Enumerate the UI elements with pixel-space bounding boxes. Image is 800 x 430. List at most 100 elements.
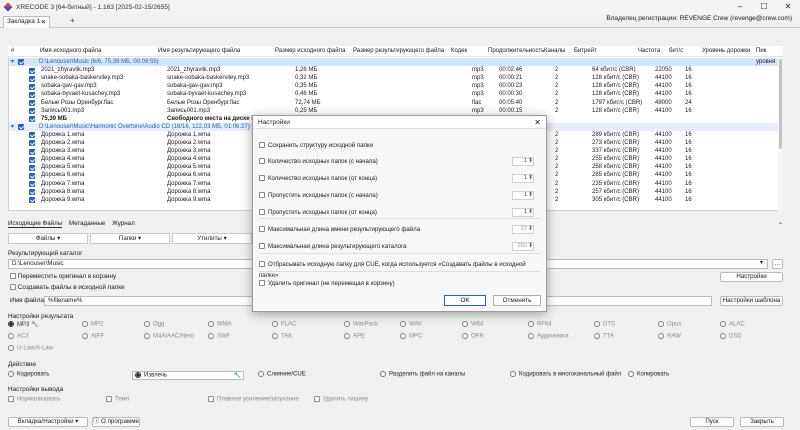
format-option[interactable]: Opus (658, 321, 681, 328)
wrench-icon[interactable]: 🔧 (234, 372, 241, 379)
row-checkbox[interactable] (29, 180, 35, 187)
cancel-button[interactable]: Отменить (493, 295, 541, 306)
row-checkbox[interactable] (29, 197, 35, 204)
action-option[interactable]: Кодировать в многоканальный файл (510, 371, 621, 378)
maximize-icon[interactable]: ☐ (752, 0, 776, 14)
column-header[interactable]: Размер результирующего файла (353, 46, 444, 57)
row-checkbox[interactable] (18, 59, 24, 66)
format-option[interactable]: Ogg (144, 321, 164, 328)
format-option[interactable]: TTA (594, 333, 614, 340)
dialog-option[interactable]: Удалить оригинал (не перемещая в корзину… (259, 278, 541, 289)
dialog-option[interactable]: Отбрасывать исходную папку для CUE, когд… (259, 259, 541, 279)
format-option[interactable]: DSD (720, 333, 742, 340)
action-option[interactable]: Извлечь 🔧 (132, 371, 244, 380)
move-to-trash-option[interactable]: Переместить оригинал в корзину (10, 273, 116, 280)
tab-metadata[interactable]: Метаданные (69, 220, 105, 227)
format-option[interactable]: WavPack (344, 321, 378, 328)
row-checkbox[interactable] (29, 99, 35, 106)
row-checkbox[interactable] (29, 140, 35, 147)
column-header[interactable]: Имя исходного файла (40, 46, 102, 57)
table-row[interactable]: snake-sobaka-baskerviley.mp3 snake-sobaka… (9, 74, 782, 82)
row-checkbox[interactable] (29, 132, 35, 139)
dialog-option[interactable]: Максимальная длина имени результирующего… (259, 224, 541, 235)
column-header[interactable]: Имя результирующего файла (158, 46, 240, 57)
tab-source-files[interactable]: Исходящие Файлы (8, 220, 63, 228)
close-button[interactable]: Закрыть (740, 417, 784, 427)
column-header[interactable]: бит/с (669, 46, 683, 57)
format-option[interactable]: SWF (208, 333, 230, 340)
output-option[interactable]: Темп (106, 396, 129, 403)
dialog-option[interactable]: Пропустить исходных папок (от конца) 1 (259, 207, 541, 218)
action-option[interactable]: Копировать (628, 371, 669, 378)
action-option[interactable]: Разделить файл на каналы (380, 371, 465, 378)
minimize-icon[interactable]: – (728, 0, 752, 14)
row-checkbox[interactable] (29, 172, 35, 179)
column-header[interactable]: Каналы (544, 46, 565, 57)
format-option[interactable]: WMA (208, 321, 232, 328)
action-option[interactable]: Слияние/CUE (258, 371, 306, 378)
row-checkbox[interactable] (29, 156, 35, 163)
format-option[interactable]: AIFF (82, 333, 104, 340)
add-tab-icon[interactable]: + (70, 16, 75, 25)
table-row[interactable]: sobaka-gav-gav.mp3 sobaka-gav-gav.mp3 0,35… (9, 82, 782, 90)
column-header[interactable]: Продолжительность (488, 46, 544, 57)
row-checkbox[interactable] (29, 164, 35, 171)
column-header[interactable]: Кодек (451, 46, 467, 57)
format-option[interactable]: M4A/AAC/Nero (144, 333, 194, 340)
output-option[interactable]: Плавное усиление/затухание (208, 396, 299, 403)
table-row[interactable]: Запись001.mp3 Запись001.mp3 0,25 МБ mp3 00:0… (9, 107, 782, 115)
close-window-icon[interactable]: ✕ (776, 0, 800, 14)
start-button[interactable]: Пуск (690, 417, 734, 427)
format-option[interactable]: TAK (272, 333, 292, 340)
dialog-option[interactable]: Сохранить структуру исходной папки (259, 140, 541, 151)
format-option[interactable]: APE (344, 333, 365, 340)
format-option[interactable]: Аудиокнига (528, 333, 569, 340)
files-menu-button[interactable]: Файлы ▾ (8, 233, 88, 244)
number-stepper[interactable]: 1 (512, 191, 534, 200)
format-option[interactable]: MPC (400, 333, 422, 340)
create-in-source-option[interactable]: Создавать файлы в исходной папке (10, 284, 125, 291)
number-stepper[interactable]: 1 (512, 174, 534, 183)
dialog-option[interactable]: Количество исходных папок (от конца) 1 (259, 173, 541, 184)
format-option[interactable]: RF64 (528, 321, 552, 328)
column-header[interactable]: Частота (638, 46, 660, 57)
column-header[interactable]: Битрейт (574, 46, 597, 57)
row-checkbox[interactable] (29, 91, 35, 98)
row-checkbox[interactable] (29, 108, 35, 115)
format-option[interactable]: MP3 🔧 (8, 321, 38, 328)
format-option[interactable]: WAV (400, 321, 422, 328)
action-option[interactable]: Кодировать (8, 371, 49, 378)
about-button[interactable]: ⓘ О программе (92, 417, 140, 427)
column-header[interactable]: Размер исходного файла (275, 46, 345, 57)
number-stepper[interactable]: 260 (512, 242, 534, 251)
tab-settings-button[interactable]: Вкладка/Настройки ▾ (8, 417, 88, 427)
row-checkbox[interactable] (29, 67, 35, 74)
table-row[interactable]: Белые Розы Оренбург.flac Белые Розы Оренб… (9, 99, 782, 107)
format-option[interactable]: AC3 (8, 333, 29, 340)
table-row[interactable]: 2021_zhyravlik.mp3 2021_zhyravlik.mp3 1,26… (9, 66, 782, 74)
format-option[interactable]: U-Law/A-Law (8, 345, 53, 352)
row-checkbox[interactable] (29, 189, 35, 196)
format-option[interactable]: OFR (462, 333, 484, 340)
column-header[interactable]: # (11, 46, 14, 57)
format-option[interactable]: ALAC (720, 321, 745, 328)
row-checkbox[interactable] (29, 83, 35, 90)
row-checkbox[interactable] (18, 124, 24, 131)
ok-button[interactable]: OK (444, 295, 486, 306)
tab-bookmark-1[interactable]: Закладка 1 ✕ (3, 16, 50, 28)
format-option[interactable]: FLAC (272, 321, 296, 328)
table-row[interactable]: sobaka-byvaet-kusachey.mp3 sobaka-byvaet-… (9, 90, 782, 98)
row-checkbox[interactable] (29, 148, 35, 155)
format-option[interactable]: DTS (594, 321, 615, 328)
column-header[interactable]: Уровень дорожки (702, 46, 750, 57)
folder-row[interactable]: ▾ D:\Lenouser\Music (6/6, 75,39 МБ, 00:09… (9, 58, 782, 67)
dialog-option[interactable]: Количество исходных папок (с начала) 1 (259, 156, 541, 167)
template-settings-button[interactable]: Настройки шаблона (720, 296, 783, 306)
number-stepper[interactable]: 1 (512, 208, 534, 217)
tab-close-icon[interactable]: ✕ (41, 18, 46, 26)
tab-log[interactable]: Журнал (112, 220, 135, 227)
dialog-option[interactable]: Максимальная длина результирующего катал… (259, 241, 541, 252)
row-checkbox[interactable] (29, 75, 35, 82)
dialog-option[interactable]: Пропустить исходных папок (с начала) 1 (259, 190, 541, 201)
wrench-icon[interactable]: 🔧 (29, 322, 38, 328)
